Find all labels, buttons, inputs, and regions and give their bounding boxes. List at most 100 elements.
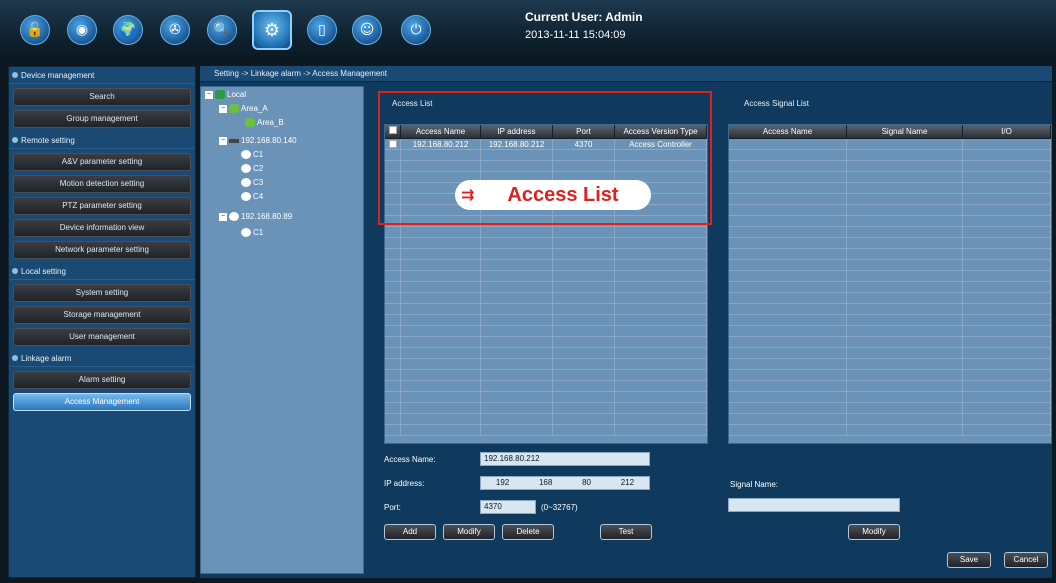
sidebar-item-access-management[interactable]: Access Management xyxy=(13,393,191,411)
collapse-icon[interactable]: − xyxy=(219,136,227,145)
power-icon[interactable]: ⏻ xyxy=(401,15,431,45)
tree-node-area-a[interactable]: − Area_A xyxy=(219,103,268,115)
empty-table-row xyxy=(729,348,1051,359)
camera-icon xyxy=(241,228,251,238)
collapse-icon[interactable]: − xyxy=(219,104,227,113)
access-name-input[interactable]: 192.168.80.212 xyxy=(480,452,650,466)
empty-table-row xyxy=(729,337,1051,348)
tree-label: C3 xyxy=(253,178,264,187)
empty-table-row xyxy=(385,227,707,238)
ip-octet[interactable]: 192 xyxy=(496,477,509,489)
empty-table-row xyxy=(385,271,707,282)
search-log-icon[interactable]: 🔍 xyxy=(207,15,237,45)
sidebar-item-group-management[interactable]: Group management xyxy=(13,110,191,128)
signal-modify-button[interactable]: Modify xyxy=(848,524,900,540)
empty-table-row xyxy=(729,315,1051,326)
unlock-icon[interactable]: 🔓 xyxy=(20,15,50,45)
ip-octet[interactable]: 80 xyxy=(582,477,591,489)
add-button[interactable]: Add xyxy=(384,524,436,540)
face-icon[interactable]: ☺ xyxy=(352,15,382,45)
empty-table-row xyxy=(729,227,1051,238)
empty-table-row xyxy=(385,381,707,392)
test-button[interactable]: Test xyxy=(600,524,652,540)
sidebar-item-av-parameter[interactable]: A&V parameter setting xyxy=(13,153,191,171)
signal-name-input[interactable] xyxy=(728,498,900,512)
area-icon xyxy=(245,118,255,128)
modify-button[interactable]: Modify xyxy=(443,524,495,540)
save-button[interactable]: Save xyxy=(947,552,991,568)
collapse-icon[interactable]: − xyxy=(205,90,213,99)
sidebar-item-ptz-parameter[interactable]: PTZ parameter setting xyxy=(13,197,191,215)
column-signal-name[interactable]: Signal Name xyxy=(847,125,963,138)
tree-node-dev1[interactable]: − 192.168.80.140 xyxy=(219,135,297,147)
datetime: 2013-11-11 15:04:09 xyxy=(525,29,626,41)
cancel-button[interactable]: Cancel xyxy=(1004,552,1048,568)
empty-table-row xyxy=(729,425,1051,436)
section-remote-setting[interactable]: Remote setting xyxy=(9,132,195,149)
empty-table-row xyxy=(729,293,1051,304)
empty-table-row xyxy=(729,326,1051,337)
tree-node-local[interactable]: − Local xyxy=(205,89,246,101)
sidebar-item-alarm-setting[interactable]: Alarm setting xyxy=(13,371,191,389)
empty-table-row xyxy=(729,205,1051,216)
world-map-icon[interactable]: 🌍 xyxy=(113,15,143,45)
port-label: Port: xyxy=(384,503,401,512)
empty-table-row xyxy=(385,249,707,260)
sidebar-item-user-management[interactable]: User management xyxy=(13,328,191,346)
collapse-icon[interactable]: − xyxy=(219,212,227,221)
section-linkage-alarm[interactable]: Linkage alarm xyxy=(9,350,195,367)
tree-node-dev2-c1[interactable]: C1 xyxy=(241,227,263,239)
tree-label: C4 xyxy=(253,192,264,201)
empty-table-row xyxy=(729,139,1051,150)
sidebar-item-search[interactable]: Search xyxy=(13,88,191,106)
tree-label: Area_B xyxy=(257,118,284,127)
tree-node-dev1-c4[interactable]: C4 xyxy=(241,191,263,203)
empty-rows xyxy=(729,139,1051,436)
empty-table-row xyxy=(729,282,1051,293)
settings-icon[interactable]: ⚙ xyxy=(252,10,292,50)
webcam-icon[interactable]: ◉ xyxy=(67,15,97,45)
empty-table-row xyxy=(729,370,1051,381)
port-range-hint: (0~32767) xyxy=(541,503,578,512)
empty-table-row xyxy=(385,238,707,249)
ip-label: IP address: xyxy=(384,479,425,488)
empty-table-row xyxy=(729,392,1051,403)
section-local-setting[interactable]: Local setting xyxy=(9,263,195,280)
empty-table-row xyxy=(729,172,1051,183)
sidebar-item-motion-detection[interactable]: Motion detection setting xyxy=(13,175,191,193)
sidebar-item-device-info[interactable]: Device information view xyxy=(13,219,191,237)
empty-table-row xyxy=(729,161,1051,172)
ip-octet[interactable]: 212 xyxy=(621,477,634,489)
sidebar-item-storage-management[interactable]: Storage management xyxy=(13,306,191,324)
section-device-management[interactable]: Device management xyxy=(9,67,195,84)
door-icon[interactable]: ▯ xyxy=(307,15,337,45)
tree-node-area-b[interactable]: Area_B xyxy=(245,117,284,129)
empty-table-row xyxy=(385,348,707,359)
arrow-icon: ⇉ xyxy=(461,185,475,204)
tree-node-dev1-c3[interactable]: C3 xyxy=(241,177,263,189)
empty-table-row xyxy=(729,238,1051,249)
sidebar-item-system-setting[interactable]: System setting xyxy=(13,284,191,302)
empty-table-row xyxy=(729,381,1051,392)
empty-table-row xyxy=(729,304,1051,315)
access-name-label: Access Name: xyxy=(384,455,436,464)
empty-table-row xyxy=(385,359,707,370)
tree-node-dev1-c2[interactable]: C2 xyxy=(241,163,263,175)
delete-button[interactable]: Delete xyxy=(502,524,554,540)
tree-node-dev2[interactable]: − 192.168.80.89 xyxy=(219,211,292,223)
ip-octet[interactable]: 168 xyxy=(539,477,552,489)
tree-node-dev1-c1[interactable]: C1 xyxy=(241,149,263,161)
current-user: Current User: Admin xyxy=(525,10,643,24)
tree-label: 192.168.80.89 xyxy=(241,212,293,221)
empty-table-row xyxy=(385,403,707,414)
ip-address-input[interactable]: 192 168 80 212 xyxy=(480,476,650,490)
signal-name-label: Signal Name: xyxy=(730,480,779,489)
column-access-name[interactable]: Access Name xyxy=(729,125,847,138)
empty-table-row xyxy=(385,337,707,348)
reel-icon[interactable]: ✇ xyxy=(160,15,190,45)
port-input[interactable]: 4370 xyxy=(480,500,536,514)
camera-icon xyxy=(241,164,251,174)
column-io[interactable]: I/O xyxy=(963,125,1051,138)
sidebar-item-network-parameter[interactable]: Network parameter setting xyxy=(13,241,191,259)
empty-table-row xyxy=(729,260,1051,271)
